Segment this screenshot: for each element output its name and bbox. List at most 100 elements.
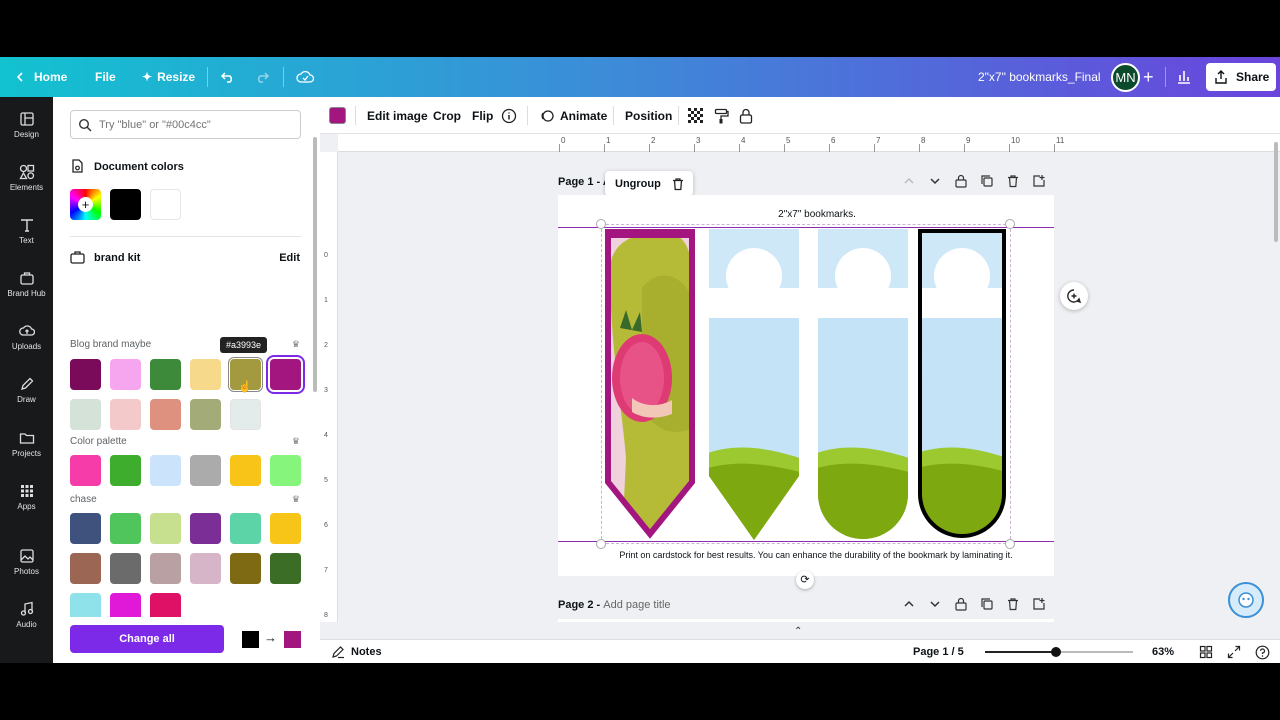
share-button[interactable]: Share [1206, 63, 1276, 91]
selection-handle[interactable] [596, 219, 606, 229]
color-swatch[interactable] [190, 513, 221, 544]
rail-design[interactable]: Design [0, 105, 53, 155]
bookmark-sky-arrow[interactable] [708, 228, 800, 540]
rotate-handle[interactable]: ⟳ [796, 571, 814, 589]
selection-handle[interactable] [1005, 219, 1015, 229]
flip-button[interactable]: Flip [472, 97, 493, 134]
add-comment-button[interactable] [1060, 282, 1088, 310]
resize-button[interactable]: ✦ Resize [142, 57, 195, 97]
animate-button[interactable]: Animate [539, 97, 607, 134]
color-swatch[interactable] [230, 513, 261, 544]
add-page-icon[interactable] [1032, 174, 1046, 188]
color-swatch[interactable] [70, 455, 101, 486]
undo-button[interactable] [220, 57, 236, 97]
bookmark-outlined-rounded[interactable] [917, 228, 1007, 540]
color-swatch[interactable] [190, 399, 221, 430]
color-swatch[interactable] [150, 513, 181, 544]
color-swatch[interactable] [270, 553, 301, 584]
color-swatch[interactable] [190, 359, 221, 390]
document-title[interactable]: 2"x7" bookmarks_Final [978, 57, 1101, 97]
trash-icon[interactable] [1006, 597, 1020, 611]
page-1[interactable]: 2"x7" bookmarks. Print on cardstock for … [558, 195, 1054, 589]
ungroup-button[interactable]: Ungroup [615, 178, 661, 190]
rail-projects[interactable]: Projects [0, 424, 53, 474]
bookmark-sky-rounded[interactable] [817, 228, 909, 540]
color-swatch[interactable] [70, 553, 101, 584]
change-all-button[interactable]: Change all [70, 625, 224, 653]
chevron-up-icon[interactable] [902, 597, 916, 611]
lock-button[interactable] [739, 97, 753, 134]
zoom-slider[interactable] [985, 647, 1133, 657]
trash-icon[interactable] [1006, 174, 1020, 188]
color-swatch[interactable] [110, 455, 141, 486]
help-assistant-button[interactable] [1228, 582, 1264, 618]
color-swatch[interactable] [230, 455, 261, 486]
page-heading[interactable]: 2"x7" bookmarks. [558, 209, 1076, 220]
add-page-icon[interactable] [1032, 597, 1046, 611]
page-2[interactable] [558, 619, 1054, 622]
search-box[interactable] [70, 110, 301, 139]
crop-button[interactable]: Crop [433, 97, 461, 134]
color-swatch[interactable] [270, 513, 301, 544]
lock-icon[interactable] [954, 174, 968, 188]
transparency-button[interactable] [688, 97, 703, 134]
rail-photos[interactable]: Photos [0, 542, 53, 592]
lock-icon[interactable] [954, 597, 968, 611]
color-swatch[interactable] [150, 455, 181, 486]
trash-icon[interactable] [671, 177, 685, 191]
rail-uploads[interactable]: Uploads [0, 317, 53, 367]
document-color-swatch[interactable] [150, 189, 181, 220]
fill-color-button[interactable] [329, 107, 346, 124]
color-swatch[interactable] [110, 399, 141, 430]
add-color-button[interactable]: + [70, 189, 101, 220]
insights-button[interactable] [1176, 57, 1192, 97]
color-swatch[interactable] [150, 553, 181, 584]
rail-elements[interactable]: Elements [0, 158, 53, 208]
panel-scrollbar[interactable] [313, 137, 317, 392]
color-swatch[interactable] [190, 455, 221, 486]
edit-image-button[interactable]: Edit image [367, 97, 428, 134]
color-swatch[interactable] [150, 399, 181, 430]
bookmark-photo[interactable] [602, 228, 698, 542]
brand-kit-edit-link[interactable]: Edit [279, 252, 300, 264]
rail-brand-hub[interactable]: Brand Hub [0, 264, 53, 314]
color-swatch[interactable] [230, 399, 261, 430]
canvas-scrollbar[interactable] [1274, 142, 1278, 242]
rail-text[interactable]: Text [0, 211, 53, 261]
file-menu[interactable]: File [95, 57, 116, 97]
cloud-save-button[interactable] [296, 57, 314, 97]
document-color-swatch[interactable] [110, 189, 141, 220]
duplicate-icon[interactable] [980, 597, 994, 611]
color-swatch[interactable] [270, 455, 301, 486]
help-button[interactable] [1255, 640, 1270, 663]
color-swatch[interactable] [270, 359, 301, 390]
avatar[interactable]: MN [1111, 57, 1140, 97]
notes-button[interactable]: Notes [331, 640, 382, 663]
selection-handle[interactable] [596, 539, 606, 549]
page-2-label[interactable]: Page 2 - Add page title [558, 599, 671, 611]
rail-audio[interactable]: Audio [0, 595, 53, 645]
show-pages-toggle[interactable]: ⌃ [794, 626, 802, 637]
home-button[interactable]: Home [14, 57, 67, 97]
rail-draw[interactable]: Draw [0, 370, 53, 420]
grid-view-button[interactable] [1199, 640, 1213, 663]
chevron-up-icon[interactable] [902, 174, 916, 188]
duplicate-icon[interactable] [980, 174, 994, 188]
paint-roller-button[interactable] [714, 97, 729, 134]
color-swatch[interactable] [70, 513, 101, 544]
page-indicator[interactable]: Page 1 / 5 [913, 640, 964, 663]
color-swatch[interactable] [230, 553, 261, 584]
color-swatch[interactable] [110, 553, 141, 584]
color-swatch[interactable] [110, 359, 141, 390]
zoom-level[interactable]: 63% [1152, 640, 1174, 663]
color-swatch[interactable] [70, 359, 101, 390]
chevron-down-icon[interactable] [928, 174, 942, 188]
page-1-label[interactable]: Page 1 - A [558, 176, 611, 188]
search-input[interactable] [99, 116, 294, 134]
zoom-slider-knob[interactable] [1051, 647, 1062, 657]
color-swatch[interactable] [190, 553, 221, 584]
chevron-down-icon[interactable] [928, 597, 942, 611]
redo-button[interactable] [254, 57, 270, 97]
position-button[interactable]: Position [625, 97, 672, 134]
rail-apps[interactable]: Apps [0, 477, 53, 527]
